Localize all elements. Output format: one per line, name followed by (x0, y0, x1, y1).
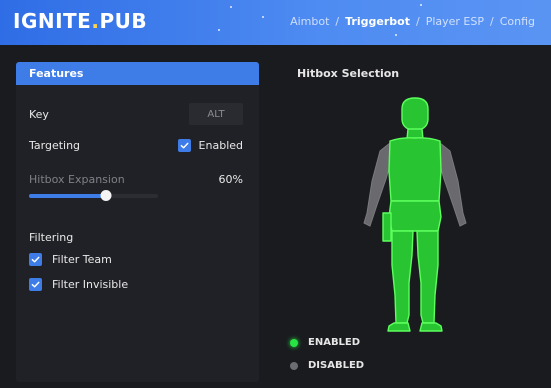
key-row: Key ALT (29, 103, 243, 125)
legend-disabled-label: DISABLED (308, 360, 365, 371)
star-decoration (262, 16, 264, 18)
hitbox-right-leg[interactable] (416, 230, 439, 324)
hitbox-thigh-pouch[interactable] (382, 212, 392, 242)
targeting-checkbox-label: Enabled (198, 138, 243, 152)
star-decoration (420, 4, 422, 6)
top-header: IGNITE.PUB Aimbot / Triggerbot / Player … (0, 0, 551, 45)
filter-invisible-row[interactable]: Filter Invisible (29, 278, 128, 291)
slider-fill (29, 194, 107, 198)
filter-invisible-label: Filter Invisible (52, 278, 129, 291)
nav-separator: / (415, 15, 420, 28)
logo-suffix: PUB (99, 9, 148, 33)
features-header: Features (16, 62, 259, 85)
legend-enabled: ENABLED (290, 337, 360, 348)
targeting-checkbox[interactable] (177, 138, 191, 152)
checkmark-icon (31, 256, 40, 263)
key-bind-button[interactable]: ALT (189, 103, 243, 125)
targeting-toggle[interactable]: Enabled (177, 138, 243, 152)
filter-invisible-checkbox[interactable] (29, 278, 42, 291)
nav-separator: / (335, 15, 340, 28)
checkmark-icon (180, 142, 189, 148)
features-panel: Features Key ALT Targeting Enabled Hitbo… (16, 62, 259, 382)
hitbox-torso[interactable] (388, 137, 442, 202)
hitbox-left-leg[interactable] (391, 230, 414, 324)
checkmark-icon (31, 281, 40, 288)
hitbox-expansion-slider[interactable] (29, 190, 158, 201)
nav-aimbot[interactable]: Aimbot (290, 15, 329, 28)
hitbox-right-arm[interactable] (439, 141, 467, 227)
key-label: Key (29, 107, 49, 121)
filter-team-row[interactable]: Filter Team (29, 253, 112, 266)
nav-triggerbot[interactable]: Triggerbot (345, 15, 410, 28)
main-nav: Aimbot / Triggerbot / Player ESP / Confi… (290, 15, 535, 28)
targeting-row: Targeting Enabled (29, 134, 243, 156)
hitbox-head[interactable] (401, 97, 429, 132)
hitbox-right-foot[interactable] (419, 322, 443, 332)
star-decoration (395, 34, 397, 36)
disabled-dot-icon (290, 361, 298, 370)
legend-disabled: DISABLED (290, 360, 364, 371)
nav-separator: / (489, 15, 494, 28)
targeting-label: Targeting (29, 138, 81, 152)
nav-player-esp[interactable]: Player ESP (426, 15, 484, 28)
filter-team-label: Filter Team (52, 253, 112, 266)
filtering-title: Filtering (29, 231, 74, 244)
logo-main: IGNITE (13, 9, 92, 33)
hitbox-pelvis[interactable] (388, 200, 442, 232)
hitbox-body-figure (363, 97, 467, 332)
app-logo: IGNITE.PUB (13, 9, 147, 33)
hitbox-selection-title: Hitbox Selection (297, 67, 400, 80)
hitbox-expansion-row: Hitbox Expansion 60% (29, 168, 243, 190)
star-decoration (218, 29, 220, 31)
filter-team-checkbox[interactable] (29, 253, 42, 266)
slider-handle[interactable] (100, 190, 112, 201)
enabled-dot-icon (290, 338, 298, 347)
hitbox-left-foot[interactable] (387, 322, 411, 332)
legend-enabled-label: ENABLED (308, 337, 361, 348)
hitbox-expansion-label: Hitbox Expansion (29, 172, 125, 186)
nav-config[interactable]: Config (500, 15, 535, 28)
hitbox-expansion-value: 60% (218, 172, 243, 186)
star-decoration (230, 6, 232, 8)
